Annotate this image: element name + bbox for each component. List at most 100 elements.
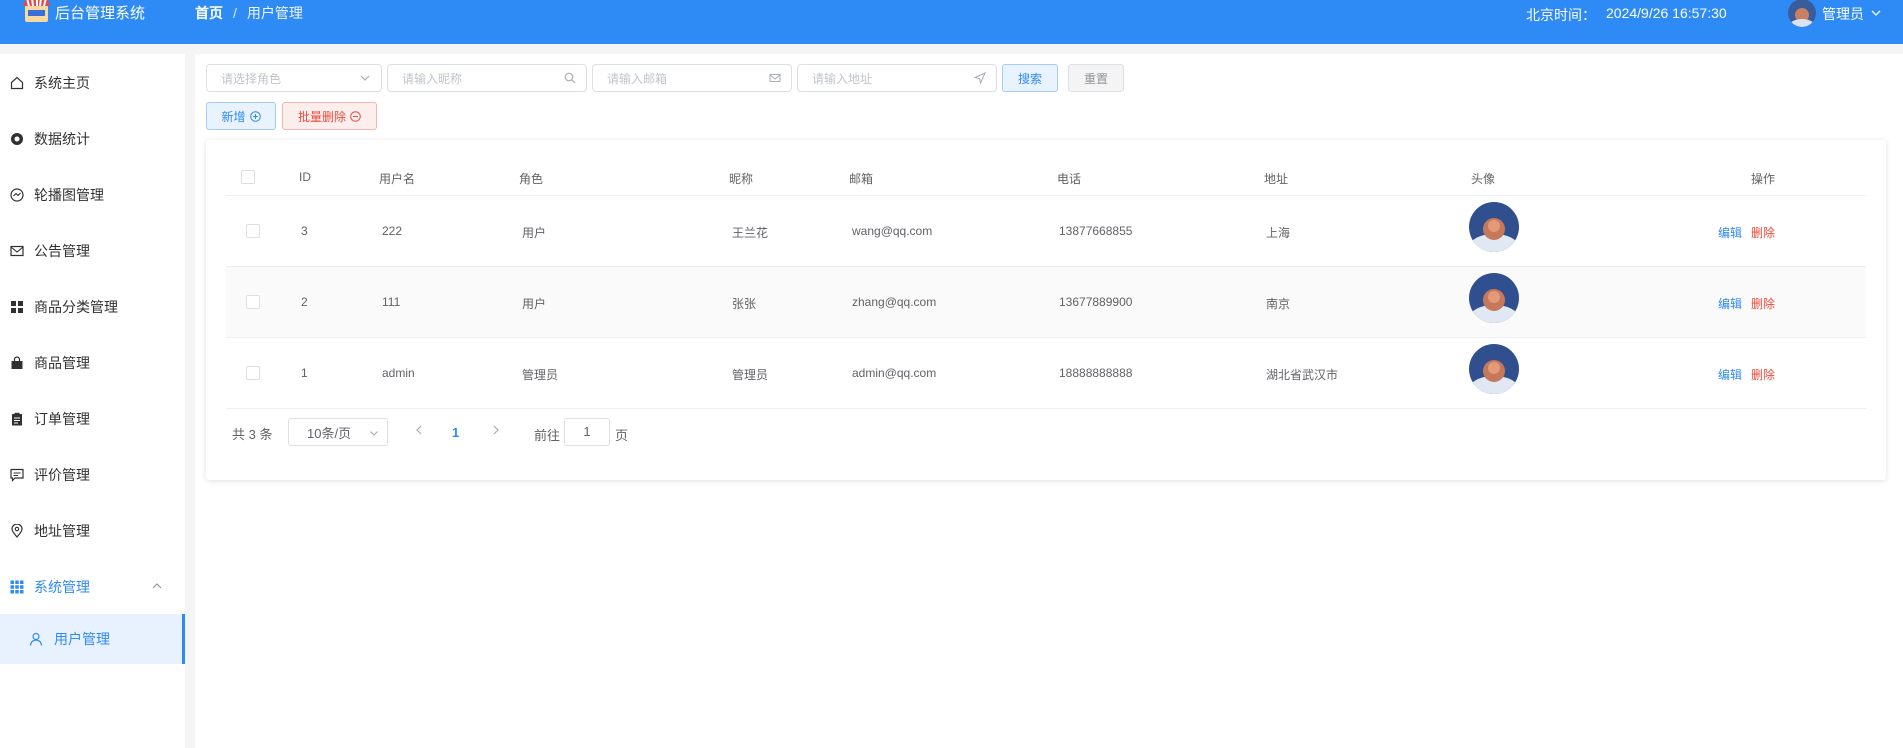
table-row: 1 admin 管理员 管理员 admin@qq.com 18888888888… (226, 338, 1866, 408)
email-input-placeholder: 请输入邮箱 (607, 71, 668, 86)
avatar[interactable] (1469, 202, 1519, 252)
page-size-select[interactable]: 10条/页 (288, 418, 388, 446)
cell-email: admin@qq.com (852, 366, 937, 380)
delete-link[interactable]: 删除 (1751, 224, 1775, 241)
cell-nickname: 管理员 (732, 368, 769, 382)
breadcrumb-home[interactable]: 首页 (195, 3, 223, 23)
column-header-email: 邮箱 (849, 172, 874, 186)
address-input[interactable]: 请输入地址 (797, 64, 997, 92)
next-page-button[interactable] (491, 424, 501, 439)
reset-button[interactable]: 重置 (1068, 64, 1124, 92)
sidebar-item-comments[interactable]: 评价管理 (0, 453, 185, 497)
breadcrumb: 首页 / 用户管理 (195, 3, 303, 23)
avatar[interactable] (1469, 344, 1519, 394)
bag-icon (9, 355, 25, 371)
row-checkbox[interactable] (246, 366, 260, 380)
table-row: 2 111 用户 张张 zhang@qq.com 13677889900 南京 … (226, 267, 1866, 337)
nickname-input[interactable]: 请输入昵称 (387, 64, 587, 92)
sidebar-item-home[interactable]: 系统主页 (0, 61, 185, 105)
breadcrumb-current: 用户管理 (246, 5, 303, 21)
column-header-nickname: 昵称 (729, 172, 754, 186)
edit-link[interactable]: 编辑 (1718, 224, 1742, 241)
search-icon (564, 72, 576, 84)
grid-icon (9, 299, 25, 315)
nickname-input-placeholder: 请输入昵称 (402, 71, 463, 86)
column-header-ops: 操作 (1751, 172, 1776, 186)
top-header: 后台管理系统 首页 / 用户管理 北京时间： 2024/9/26 16:57:3… (0, 0, 1903, 44)
sidebar-item-label: 地址管理 (34, 523, 90, 539)
sidebar-item-label: 系统管理 (34, 579, 90, 595)
avatar (1788, 0, 1816, 27)
page-number[interactable]: 1 (452, 425, 459, 440)
goto-label: 前往 (534, 428, 561, 443)
sidebar-item-goods[interactable]: 商品管理 (0, 341, 185, 385)
sidebar-item-label: 轮播图管理 (34, 187, 104, 203)
edit-link[interactable]: 编辑 (1718, 295, 1742, 312)
comment-icon (9, 467, 25, 483)
chevron-up-icon (152, 583, 162, 589)
circle-minus-icon (350, 110, 361, 122)
sidebar-item-orders[interactable]: 订单管理 (0, 397, 185, 441)
sidebar-item-label: 评价管理 (34, 467, 90, 483)
carousel-icon (9, 187, 25, 203)
apps-icon (9, 579, 25, 595)
sidebar-item-label: 系统主页 (34, 75, 90, 91)
chevron-left-icon (416, 425, 422, 435)
app-title: 后台管理系统 (55, 4, 146, 22)
edit-link[interactable]: 编辑 (1718, 366, 1742, 383)
cell-phone: 13677889900 (1059, 295, 1133, 309)
address-input-placeholder: 请输入地址 (812, 71, 873, 86)
app-logo[interactable]: 后台管理系统 (22, 0, 145, 24)
stats-icon (9, 131, 25, 147)
cell-email: wang@qq.com (852, 224, 933, 238)
cell-nickname: 王兰花 (732, 226, 769, 240)
batch-delete-button[interactable]: 批量删除 (282, 102, 377, 130)
cell-role: 用户 (522, 226, 547, 240)
sidebar-item-category[interactable]: 商品分类管理 (0, 285, 185, 329)
column-header-avatar: 头像 (1471, 172, 1496, 186)
pagination-total: 共 3 条 (232, 427, 273, 442)
sidebar-item-carousel[interactable]: 轮播图管理 (0, 173, 185, 217)
select-all-checkbox[interactable] (241, 170, 255, 184)
sidebar-item-stats[interactable]: 数据统计 (0, 117, 185, 161)
cell-username: 222 (382, 224, 403, 238)
role-select-placeholder: 请选择角色 (221, 71, 282, 86)
sidebar-item-system[interactable]: 系统管理 (0, 565, 185, 609)
user-table-card: ID 用户名 角色 昵称 邮箱 电话 地址 头像 操作 3 222 用户 王兰花… (206, 140, 1886, 480)
sidebar-item-label: 公告管理 (34, 243, 90, 259)
column-header-role: 角色 (519, 172, 544, 186)
sidebar-item-label: 订单管理 (34, 411, 90, 427)
row-checkbox[interactable] (246, 295, 260, 309)
sidebar-subitem-users[interactable]: 用户管理 (0, 614, 185, 664)
cell-id: 2 (301, 295, 308, 309)
home-icon (9, 75, 25, 91)
cell-phone: 13877668855 (1059, 224, 1133, 238)
divider (226, 408, 1866, 409)
goto-page-input[interactable]: 1 (564, 418, 610, 446)
row-checkbox[interactable] (246, 224, 260, 238)
cell-id: 1 (301, 366, 308, 380)
cell-address: 南京 (1266, 297, 1291, 311)
cell-phone: 18888888888 (1059, 366, 1133, 380)
sidebar-item-address[interactable]: 地址管理 (0, 509, 185, 553)
cell-address: 上海 (1266, 226, 1291, 240)
sidebar-item-notice[interactable]: 公告管理 (0, 229, 185, 273)
search-button[interactable]: 搜索 (1002, 64, 1058, 92)
prev-page-button[interactable] (414, 424, 424, 439)
delete-link[interactable]: 删除 (1751, 366, 1775, 383)
clipboard-icon (9, 411, 25, 427)
chevron-down-icon (1871, 10, 1881, 16)
add-button-label: 新增 (221, 109, 246, 124)
user-menu[interactable]: 管理员 (1788, 0, 1882, 28)
batch-delete-label: 批量删除 (297, 109, 346, 124)
delete-link[interactable]: 删除 (1751, 295, 1775, 312)
avatar[interactable] (1469, 273, 1519, 323)
column-header-username: 用户名 (379, 172, 416, 186)
cell-role: 用户 (522, 297, 547, 311)
cell-username: admin (382, 366, 415, 380)
role-select[interactable]: 请选择角色 (206, 64, 382, 92)
email-input[interactable]: 请输入邮箱 (592, 64, 792, 92)
cell-role: 管理员 (522, 368, 559, 382)
add-button[interactable]: 新增 (206, 102, 276, 130)
cell-id: 3 (301, 224, 308, 238)
